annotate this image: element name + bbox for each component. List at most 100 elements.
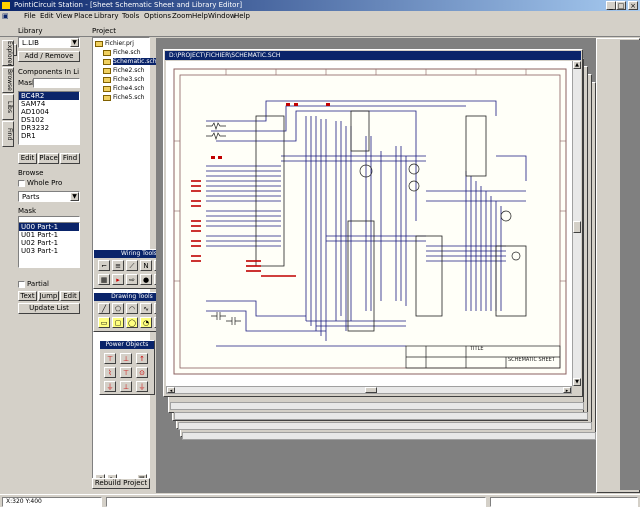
menu-help[interactable]: Help [192, 11, 208, 21]
side-tab-browse[interactable]: Browse [2, 67, 14, 93]
find-button[interactable]: Find [60, 153, 80, 164]
menu-help-2[interactable]: Help [234, 11, 250, 21]
port-icon[interactable]: ⇨ [126, 274, 138, 285]
schematic-canvas[interactable]: TITLE SCHEMATIC SHEET [166, 61, 572, 386]
parts-list[interactable]: U00 Part-1 U01 Part-1 U02 Part-1 U03 Par… [18, 222, 80, 268]
list-item[interactable]: SAM74 [19, 100, 79, 108]
list-item[interactable]: U03 Part-1 [19, 247, 79, 255]
stacked-scrollbar-5[interactable] [182, 432, 596, 440]
browse-type-select[interactable]: Parts ▼ [18, 191, 80, 202]
menu-file[interactable]: File [24, 11, 36, 21]
menu-library[interactable]: Library [94, 11, 118, 21]
update-list-button[interactable]: Update List [18, 303, 80, 314]
circle-power-icon[interactable]: ⊙ [136, 367, 148, 378]
side-tabs: Explorer Browse Libs Find [2, 40, 14, 150]
list-item[interactable]: BC4R2 [19, 92, 79, 100]
place-button[interactable]: Place [38, 153, 59, 164]
list-item[interactable]: DR1 [19, 132, 79, 140]
bar-icon[interactable]: ⊤ [120, 367, 132, 378]
edit-button[interactable]: Edit [18, 153, 37, 164]
tree-item[interactable]: Fiche5.sch [103, 94, 144, 101]
close-button[interactable]: × [628, 1, 638, 10]
junction-icon[interactable]: ● [140, 274, 152, 285]
arc-icon[interactable]: ◠ [126, 303, 138, 314]
ellipse-icon[interactable]: ◯ [126, 317, 138, 328]
whole-project-checkbox[interactable] [18, 180, 25, 187]
scroll-thumb-vertical[interactable] [573, 221, 581, 233]
menu-icon[interactable]: ▣ [2, 11, 9, 21]
pie-icon[interactable]: ◔ [140, 317, 152, 328]
text-button[interactable]: Text [18, 291, 37, 301]
stacked-scrollbar-3[interactable] [174, 412, 588, 420]
menu-options[interactable]: Options [144, 11, 171, 21]
tree-item[interactable]: Fiche4.sch [103, 85, 144, 92]
tree-item-label: Schematic.sch [113, 58, 157, 65]
whole-project-label: Whole Pro [27, 179, 63, 187]
maximize-button[interactable]: □ [616, 1, 626, 10]
list-item[interactable]: AD1004 [19, 108, 79, 116]
vdd-icon[interactable]: ⊥ [120, 353, 132, 364]
tree-item[interactable]: Fiche3.sch [103, 76, 144, 83]
edit2-button[interactable]: Edit [60, 291, 80, 301]
menu-bar: ▣ File Edit View Place Library Tools Opt… [0, 11, 640, 21]
line-icon[interactable]: ╱ [98, 303, 110, 314]
bus-entry-icon[interactable]: ⟋ [126, 260, 138, 271]
mask-input[interactable] [33, 78, 80, 88]
stacked-scrollbar-4[interactable] [178, 422, 592, 430]
chevron-down-icon[interactable]: ▼ [70, 38, 79, 47]
round-rect-icon[interactable]: ▢ [112, 317, 124, 328]
side-tab-explorer[interactable]: Explorer [2, 40, 14, 66]
menu-tools[interactable]: Tools [122, 11, 139, 21]
list-item[interactable]: U02 Part-1 [19, 239, 79, 247]
ground-icon[interactable]: ⏚ [104, 381, 116, 392]
wave-icon[interactable]: ⌇ [104, 367, 116, 378]
list-item[interactable]: DS102 [19, 116, 79, 124]
add-remove-button[interactable]: Add / Remove [18, 51, 80, 62]
tree-item[interactable]: Fiche.sch [103, 49, 141, 56]
signal-ground-icon[interactable]: ⊥ [120, 381, 132, 392]
scroll-right-button[interactable]: ▸ [563, 387, 571, 394]
rectangle-icon[interactable]: ▭ [98, 317, 110, 328]
folder-icon [95, 40, 103, 47]
scroll-down-button[interactable]: ▼ [573, 378, 581, 386]
status-coords: X:320 Y:400 [6, 498, 42, 505]
menu-window[interactable]: Window [208, 11, 236, 21]
earth-icon[interactable]: ⏚ [136, 381, 148, 392]
window-title: PointiCircuit Station - [Sheet Schematic… [14, 1, 243, 9]
vertical-scrollbar[interactable]: ▲ ▼ [572, 61, 581, 386]
partial-checkbox[interactable] [18, 281, 25, 288]
list-item[interactable]: U01 Part-1 [19, 231, 79, 239]
side-tab-find[interactable]: Find [2, 121, 14, 147]
chevron-down-icon[interactable]: ▼ [70, 192, 79, 201]
scroll-thumb-horizontal[interactable] [365, 387, 377, 393]
sheet-entry-icon[interactable]: ▸ [112, 274, 124, 285]
components-list[interactable]: BC4R2 SAM74 AD1004 DS102 DR3232 DR1 [18, 91, 80, 145]
polygon-icon[interactable]: ⬠ [112, 303, 124, 314]
bus-icon[interactable]: ≡ [112, 260, 124, 271]
scroll-left-button[interactable]: ◂ [167, 387, 175, 394]
tree-item[interactable]: Fiche2.sch [103, 67, 144, 74]
tree-item-selected[interactable]: Schematic.sch [103, 58, 157, 65]
menu-view[interactable]: View [56, 11, 73, 21]
jump-button[interactable]: Jump [38, 291, 59, 301]
minimize-button[interactable]: _ [606, 1, 616, 10]
net-label-icon[interactable]: N [140, 260, 152, 271]
side-tab-libs[interactable]: Libs [2, 94, 14, 120]
list-item[interactable]: DR3232 [19, 124, 79, 132]
stacked-scrollbar-2[interactable] [170, 402, 584, 410]
menu-zoom[interactable]: Zoom [172, 11, 192, 21]
sheet-symbol-icon[interactable]: ▦ [98, 274, 110, 285]
vcc-icon[interactable]: ⊤ [104, 353, 116, 364]
horizontal-scrollbar[interactable]: ◂ ▸ [166, 386, 572, 394]
tree-root[interactable]: Fichier.prj [95, 40, 134, 47]
file-icon [103, 94, 111, 101]
bezier-icon[interactable]: ∿ [140, 303, 152, 314]
library-select[interactable]: L.LIB ▼ [18, 37, 80, 48]
list-item[interactable]: U00 Part-1 [19, 223, 79, 231]
menu-edit[interactable]: Edit [40, 11, 54, 21]
rebuild-project-button[interactable]: Rebuild Project [92, 478, 150, 489]
scroll-up-button[interactable]: ▲ [573, 61, 581, 69]
arrow-icon[interactable]: ↑ [136, 353, 148, 364]
menu-place[interactable]: Place [74, 11, 93, 21]
wire-icon[interactable]: ⌐ [98, 260, 110, 271]
